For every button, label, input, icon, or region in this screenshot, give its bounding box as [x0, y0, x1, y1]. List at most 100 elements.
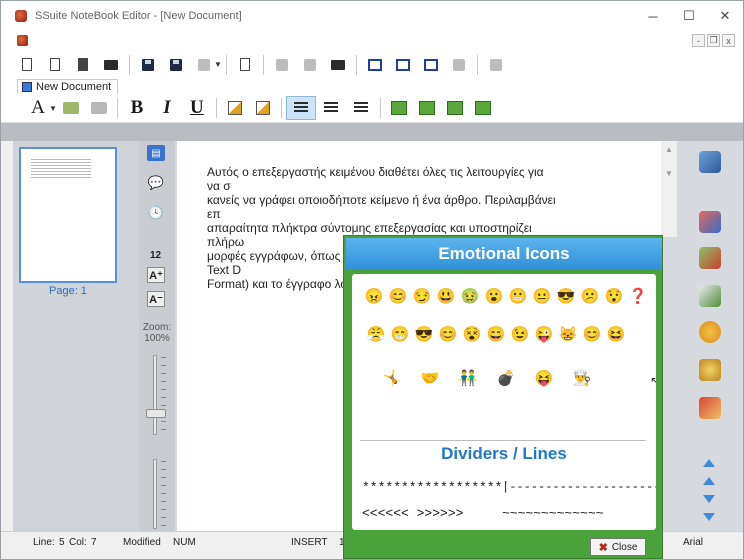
- settings-button[interactable]: [482, 53, 510, 77]
- edit-note-icon[interactable]: [699, 285, 721, 307]
- emoticon-icon[interactable]: 😝: [532, 368, 556, 388]
- italic-button[interactable]: I: [152, 96, 182, 120]
- highlight-button[interactable]: [221, 96, 249, 120]
- monitors-icon[interactable]: [699, 151, 721, 173]
- last-page-icon[interactable]: [703, 513, 715, 521]
- minimize-button[interactable]: ─: [635, 1, 671, 31]
- tile-horizontal-button[interactable]: [389, 53, 417, 77]
- decrease-font-button[interactable]: A⁻: [147, 291, 165, 307]
- scroll-down-icon[interactable]: ▼: [661, 165, 677, 181]
- page-thumbnail[interactable]: [19, 147, 117, 283]
- align-justify-button[interactable]: [346, 96, 376, 120]
- open-button[interactable]: [97, 53, 125, 77]
- redo-button[interactable]: [85, 96, 113, 120]
- new-document-button[interactable]: [13, 53, 41, 77]
- emoticon-icon[interactable]: 😉: [508, 324, 532, 344]
- divider-chevrons[interactable]: <<<<<< >>>>>>: [362, 506, 463, 521]
- emoticon-icon[interactable]: 😠: [362, 286, 386, 306]
- emoticon-icon[interactable]: 👨‍🍳: [570, 368, 594, 388]
- undo-button[interactable]: [57, 96, 85, 120]
- zoom-slider-thumb[interactable]: [146, 409, 166, 418]
- emoticon-icon[interactable]: 😊: [580, 324, 604, 344]
- emoticon-icon[interactable]: 😄: [484, 324, 508, 344]
- pdf-icon: [198, 58, 210, 71]
- paint-icon[interactable]: [699, 211, 721, 233]
- emoticon-icon[interactable]: 😯: [602, 286, 626, 306]
- mdi-document-icon[interactable]: [17, 35, 28, 46]
- copy-button[interactable]: [296, 53, 324, 77]
- emoticon-icon[interactable]: 😬: [506, 286, 530, 306]
- emoticon-icon[interactable]: 🤸: [380, 368, 404, 388]
- zoom-slider-track[interactable]: [153, 355, 157, 435]
- spellcheck-button[interactable]: [249, 96, 277, 120]
- emoticon-icon[interactable]: 😜: [532, 324, 556, 344]
- cut-button[interactable]: [268, 53, 296, 77]
- close-window-button[interactable]: ✕: [707, 1, 743, 31]
- save-as-button[interactable]: [162, 53, 190, 77]
- emoticon-icon[interactable]: 😕: [578, 286, 602, 306]
- mdi-close-button[interactable]: x: [722, 34, 735, 47]
- print-preview-button[interactable]: [231, 53, 259, 77]
- emoticon-icon[interactable]: 😵: [460, 324, 484, 344]
- second-slider-track[interactable]: [153, 459, 157, 529]
- comment-button[interactable]: 💬: [147, 175, 165, 191]
- copy-document-button[interactable]: [69, 53, 97, 77]
- bullets-button[interactable]: [441, 96, 469, 120]
- indent-button[interactable]: [385, 96, 413, 120]
- paste-button[interactable]: [324, 53, 352, 77]
- tile-vertical-button[interactable]: [417, 53, 445, 77]
- next-page-icon[interactable]: [703, 495, 715, 503]
- image-insert-icon[interactable]: [699, 247, 721, 269]
- export-dropdown-icon[interactable]: ▼: [214, 60, 222, 69]
- divider-tildes[interactable]: ~~~~~~~~~~~~~: [502, 506, 603, 521]
- emoticon-icon[interactable]: 😊: [386, 286, 410, 306]
- emoticon-icon[interactable]: 😮: [482, 286, 506, 306]
- gift-box-icon[interactable]: [699, 397, 721, 419]
- emoticon-icon[interactable]: 😏: [410, 286, 434, 306]
- first-page-icon[interactable]: [703, 459, 715, 467]
- emoticon-icon[interactable]: 😊: [436, 324, 460, 344]
- emoticon-icon[interactable]: 😎: [412, 324, 436, 344]
- cascade-button[interactable]: [361, 53, 389, 77]
- divider-stars[interactable]: ******************: [362, 480, 502, 495]
- emoticon-icon[interactable]: ❓: [626, 286, 650, 306]
- outdent-button[interactable]: [413, 96, 441, 120]
- numbering-button[interactable]: [469, 96, 497, 120]
- underline-button[interactable]: U: [182, 96, 212, 120]
- smiley-icon[interactable]: [699, 321, 721, 343]
- emoticon-icon[interactable]: 🤝: [418, 368, 442, 388]
- arrange-button[interactable]: [445, 53, 473, 77]
- font-dropdown-icon[interactable]: ▼: [49, 104, 57, 113]
- mdi-minimize-button[interactable]: -: [692, 34, 705, 47]
- increase-font-button[interactable]: A⁺: [147, 267, 165, 283]
- toolbar-separator: [262, 54, 264, 75]
- right-tool-bar: [689, 141, 743, 531]
- document-view-button[interactable]: ▤: [147, 145, 165, 161]
- previous-page-icon[interactable]: [703, 477, 715, 485]
- emoticon-icon[interactable]: 😸: [556, 324, 580, 344]
- ruler-band: [1, 123, 743, 141]
- emoticon-icon[interactable]: 😤: [364, 324, 388, 344]
- emoticon-icon[interactable]: 👬: [456, 368, 480, 388]
- dialog-close-button[interactable]: ✖ Close: [590, 538, 646, 556]
- emoticon-icon[interactable]: 😁: [388, 324, 412, 344]
- emoticon-icon[interactable]: 😐: [530, 286, 554, 306]
- new-template-button[interactable]: [41, 53, 69, 77]
- emoticon-icon[interactable]: 😎: [554, 286, 578, 306]
- emoticon-icon[interactable]: 😃: [434, 286, 458, 306]
- wizard-icon[interactable]: [699, 359, 721, 381]
- divider-dashes[interactable]: |-----------------------|: [502, 480, 656, 494]
- emoticon-icon[interactable]: 🤢: [458, 286, 482, 306]
- tab-new-document[interactable]: New Document: [17, 79, 119, 94]
- save-button[interactable]: [134, 53, 162, 77]
- emoticon-icon[interactable]: 😆: [604, 324, 628, 344]
- scroll-up-icon[interactable]: ▲: [661, 141, 677, 157]
- align-left-button[interactable]: [285, 96, 316, 120]
- align-center-button[interactable]: [316, 96, 346, 120]
- bold-button[interactable]: B: [122, 96, 152, 120]
- clock-button[interactable]: 🕓: [147, 205, 165, 221]
- vertical-scrollbar[interactable]: ▲ ▼: [661, 141, 677, 237]
- maximize-button[interactable]: ☐: [671, 1, 707, 31]
- emoticon-icon[interactable]: 💣: [494, 368, 518, 388]
- mdi-restore-button[interactable]: ❐: [707, 34, 720, 47]
